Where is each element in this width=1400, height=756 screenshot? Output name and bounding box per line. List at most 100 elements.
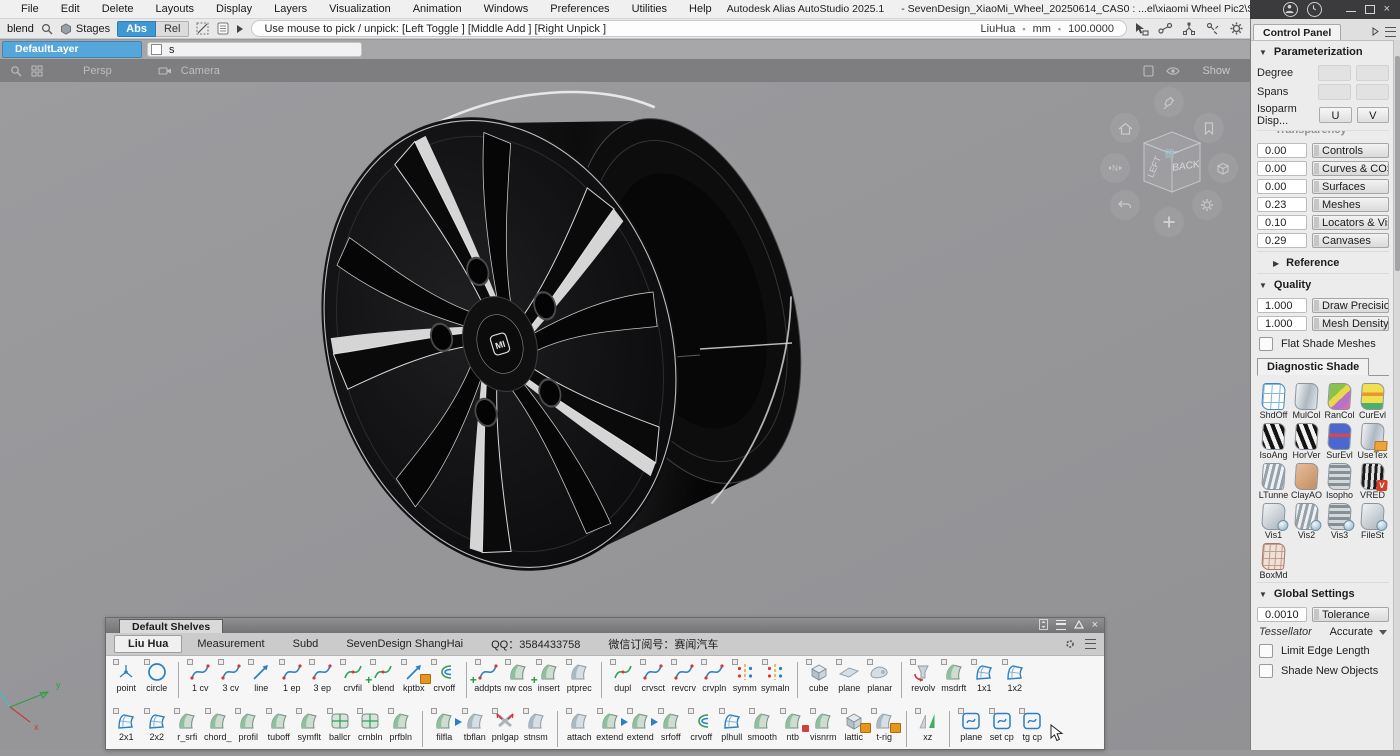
shelf-tool-crnbln[interactable]: crnbln bbox=[355, 709, 386, 742]
shelf-tool-prfbln[interactable]: prfbln bbox=[386, 709, 417, 742]
layer-tab-defaultlayer[interactable]: DefaultLayer bbox=[2, 41, 142, 58]
minimize-button[interactable] bbox=[1346, 11, 1356, 12]
shelf-tool-crvoff[interactable]: crvoff bbox=[686, 709, 717, 742]
prompt-expand-arrow[interactable] bbox=[236, 24, 244, 34]
transparency-value-5[interactable]: 0.29 bbox=[1257, 233, 1307, 248]
menu-layers[interactable]: Layers bbox=[263, 3, 318, 15]
shelf-gear-icon[interactable] bbox=[1064, 638, 1076, 650]
zoom-level[interactable]: 100.0000 bbox=[1068, 23, 1114, 35]
diag-shade-filest[interactable]: FileSt bbox=[1356, 503, 1389, 540]
menu-animation[interactable]: Animation bbox=[402, 3, 473, 15]
diag-shade-rancol[interactable]: RanCol bbox=[1323, 383, 1356, 420]
zoom-plus-icon[interactable] bbox=[1154, 207, 1184, 237]
shelf-tool-r_srfi[interactable]: r_srfi bbox=[172, 709, 203, 742]
shelf-tool-extend[interactable]: extend bbox=[625, 709, 656, 742]
shelf-tool-attach[interactable]: attach bbox=[564, 709, 595, 742]
menu-file[interactable]: File bbox=[10, 3, 50, 15]
shelf-tab-measurement[interactable]: Measurement bbox=[184, 636, 277, 652]
shelf-tool-nw-cos[interactable]: nw cos bbox=[503, 660, 534, 693]
shelf-tool-insert[interactable]: +insert bbox=[534, 660, 565, 693]
shelf-tool-ntb[interactable]: ntb bbox=[778, 709, 809, 742]
diagnostic-shade-tab[interactable]: Diagnostic Shade bbox=[1257, 358, 1369, 376]
menu-visualization[interactable]: Visualization bbox=[318, 3, 402, 15]
shelf-list-icon[interactable] bbox=[1085, 639, 1096, 649]
shelf-tool-profil[interactable]: profil bbox=[233, 709, 264, 742]
limit-edge-length-checkbox[interactable] bbox=[1259, 644, 1273, 658]
shelf-tool-3-cv[interactable]: 3 cv bbox=[216, 660, 247, 693]
shelf-tool-chord_[interactable]: chord_ bbox=[203, 709, 234, 742]
shelf-tool-crvoff[interactable]: crvoff bbox=[429, 660, 460, 693]
abs-toggle[interactable]: Abs bbox=[117, 21, 156, 37]
shelf-tool-kptbx[interactable]: kptbx bbox=[399, 660, 430, 693]
shelf-tool-crvfil[interactable]: crvfil bbox=[338, 660, 369, 693]
shelf-resize-icon[interactable] bbox=[1039, 619, 1048, 630]
shelf-tool-addpts[interactable]: +addpts bbox=[473, 660, 504, 693]
viewport-search-icon[interactable] bbox=[10, 65, 22, 77]
projection-box-icon[interactable] bbox=[1208, 153, 1238, 183]
layer-quick-field[interactable]: s bbox=[147, 42, 362, 57]
diag-shade-ltunne[interactable]: LTunne bbox=[1257, 463, 1290, 500]
shelf-tool-cube[interactable]: cube bbox=[804, 660, 835, 693]
menu-display[interactable]: Display bbox=[205, 3, 263, 15]
shelf-tool-srfoff[interactable]: srfoff bbox=[656, 709, 687, 742]
camera-name[interactable]: Camera bbox=[181, 65, 220, 77]
diag-shade-horver[interactable]: HorVer bbox=[1290, 423, 1323, 460]
shelf-tool-crvpln[interactable]: crvpln bbox=[699, 660, 730, 693]
degree-v-field[interactable] bbox=[1356, 65, 1389, 81]
panel-scrollbar[interactable] bbox=[1393, 40, 1400, 750]
section-quality[interactable]: ▼Quality bbox=[1257, 273, 1389, 295]
isoparm-u-button[interactable]: U bbox=[1319, 107, 1351, 123]
shelf-tool-1-cv[interactable]: 1 cv bbox=[185, 660, 216, 693]
shelf-tool-tbflan[interactable]: tbflan bbox=[460, 709, 491, 742]
transparency-button-1[interactable]: Curves & COS bbox=[1312, 161, 1389, 176]
shelf-titlebar[interactable]: Default Shelves × bbox=[106, 618, 1104, 633]
shelf-tool-symaln[interactable]: symaln bbox=[760, 660, 791, 693]
shelf-tool-filfla[interactable]: filfla bbox=[429, 709, 460, 742]
diag-shade-usetex[interactable]: UseTex bbox=[1356, 423, 1389, 460]
shelf-window-title[interactable]: Default Shelves bbox=[119, 619, 223, 633]
shelf-tool-plane[interactable]: plane bbox=[956, 709, 987, 742]
transparency-button-3[interactable]: Meshes bbox=[1312, 197, 1389, 212]
diag-shade-surevl[interactable]: SurEvl bbox=[1323, 423, 1356, 460]
shelf-tool-plane[interactable]: plane bbox=[834, 660, 865, 693]
menu-utilities[interactable]: Utilities bbox=[621, 3, 678, 15]
account-avatar-icon[interactable] bbox=[1283, 2, 1298, 17]
diag-shade-vred[interactable]: VVRED bbox=[1356, 463, 1389, 500]
diag-shade-shdoff[interactable]: ShdOff bbox=[1257, 383, 1290, 420]
shelf-tool-point[interactable]: point bbox=[111, 660, 142, 693]
promptline-history-icon[interactable] bbox=[217, 22, 229, 35]
transparency-value-4[interactable]: 0.10 bbox=[1257, 215, 1307, 230]
degree-u-field[interactable] bbox=[1318, 65, 1351, 81]
transparency-value-1[interactable]: 0.00 bbox=[1257, 161, 1307, 176]
stages-button[interactable]: Stages bbox=[60, 23, 110, 35]
shelf-tool-pnlgap[interactable]: pnlgap bbox=[490, 709, 521, 742]
shelf-tool-t-rig[interactable]: t-rig bbox=[869, 709, 900, 742]
shelf-tool-circle[interactable]: circle bbox=[142, 660, 173, 693]
quality-value-1[interactable]: 1.000 bbox=[1257, 316, 1307, 331]
link-nodes-icon[interactable] bbox=[1158, 22, 1173, 35]
view-cube[interactable]: TOP LEFT BACK bbox=[1134, 121, 1210, 203]
shelf-tool-revcrv[interactable]: revcrv bbox=[669, 660, 700, 693]
diag-shade-isopho[interactable]: Isopho bbox=[1323, 463, 1356, 500]
shelf-tab--[interactable]: 微信订阅号：赛闻汽车 bbox=[595, 634, 731, 654]
section-reference[interactable]: ▶Reference bbox=[1257, 251, 1389, 273]
menu-edit[interactable]: Edit bbox=[50, 3, 91, 15]
transparency-button-4[interactable]: Locators & Visu... bbox=[1312, 215, 1389, 230]
shelf-tool-tuboff[interactable]: tuboff bbox=[264, 709, 295, 742]
transparency-value-0[interactable]: 0.00 bbox=[1257, 143, 1307, 158]
panel-scrollbar-thumb[interactable] bbox=[1395, 56, 1400, 271]
unlink-nodes-icon[interactable] bbox=[1206, 22, 1221, 35]
flat-shade-meshes-checkbox[interactable] bbox=[1259, 337, 1273, 351]
units-label[interactable]: mm bbox=[1033, 23, 1051, 35]
shelf-tab-liu-hua[interactable]: Liu Hua bbox=[114, 635, 182, 653]
section-global-settings[interactable]: ▼Global Settings bbox=[1257, 582, 1389, 604]
shelf-tool-stnsm[interactable]: stnsm bbox=[521, 709, 552, 742]
shelf-tool-1x1[interactable]: 1x1 bbox=[969, 660, 1000, 693]
layer-checkbox[interactable] bbox=[151, 44, 162, 55]
tolerance-value-field[interactable]: 0.0010 bbox=[1257, 607, 1307, 622]
shade-new-objects-checkbox[interactable] bbox=[1259, 664, 1273, 678]
menu-layouts[interactable]: Layouts bbox=[145, 3, 206, 15]
shelf-tool-2x2[interactable]: 2x2 bbox=[142, 709, 173, 742]
visibility-eye-icon[interactable] bbox=[1166, 66, 1180, 76]
shelf-tool-symm[interactable]: symm bbox=[730, 660, 761, 693]
